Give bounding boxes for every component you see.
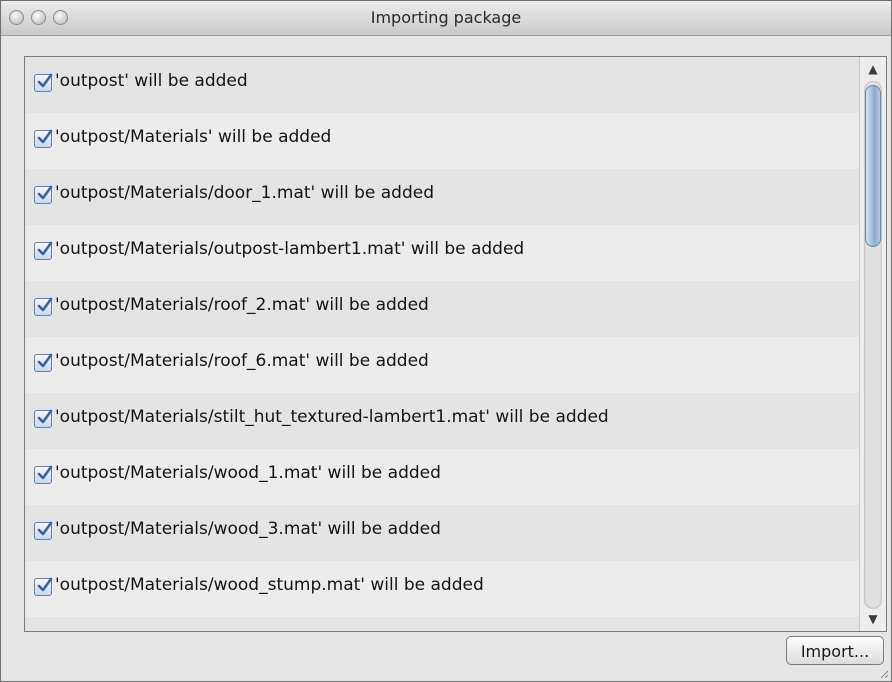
- checkmark-icon: [37, 577, 53, 592]
- asset-list: 'outpost' will be added 'outpost/Material…: [24, 56, 887, 632]
- checkbox[interactable]: [34, 465, 53, 484]
- list-item-label: 'outpost/Materials/roof_2.mat' will be a…: [55, 295, 429, 315]
- window-title: Importing package: [370, 8, 522, 27]
- import-package-window: Importing package 'outpost' will be adde…: [0, 0, 892, 682]
- list-item[interactable]: 'outpost/Materials/door_1.mat' will be a…: [25, 169, 859, 225]
- checkmark-icon: [37, 353, 53, 368]
- list-item[interactable]: 'outpost/Materials/stilt_hut_textured-la…: [25, 393, 859, 449]
- checkbox[interactable]: [34, 521, 53, 540]
- checkbox[interactable]: [34, 185, 53, 204]
- resize-grip-icon[interactable]: [879, 669, 889, 679]
- list-item[interactable]: 'outpost' will be added: [25, 57, 859, 113]
- checkbox[interactable]: [34, 353, 53, 372]
- checkbox[interactable]: [34, 241, 53, 260]
- scroll-down-icon[interactable]: ▼: [860, 609, 886, 629]
- list-item[interactable]: 'outpost/Materials/outpost-lambert1.mat'…: [25, 225, 859, 281]
- checkbox[interactable]: [34, 73, 53, 92]
- scroll-up-icon[interactable]: ▲: [860, 59, 886, 79]
- asset-list-rows: 'outpost' will be added 'outpost/Material…: [25, 57, 859, 631]
- list-item-label: 'outpost/Materials/wood_3.mat' will be a…: [55, 519, 441, 539]
- list-item-label: 'outpost/Materials/outpost-lambert1.mat'…: [55, 239, 525, 259]
- checkmark-icon: [37, 409, 53, 424]
- checkmark-icon: [37, 73, 53, 88]
- checkmark-icon: [37, 129, 53, 144]
- list-item[interactable]: [25, 617, 859, 631]
- checkbox[interactable]: [34, 409, 53, 428]
- list-item-label: 'outpost/Materials/door_1.mat' will be a…: [55, 183, 435, 203]
- list-item-label: 'outpost/Materials/wood_stump.mat' will …: [55, 575, 484, 595]
- title-bar: Importing package: [1, 1, 891, 36]
- vertical-scrollbar[interactable]: ▲ ▼: [859, 57, 886, 631]
- list-item-label: 'outpost' will be added: [55, 71, 248, 91]
- list-item[interactable]: 'outpost/Materials/wood_stump.mat' will …: [25, 561, 859, 617]
- checkbox[interactable]: [34, 297, 53, 316]
- list-item-label: 'outpost/Materials' will be added: [55, 127, 332, 147]
- list-item-label: 'outpost/Materials/stilt_hut_textured-la…: [55, 407, 609, 427]
- checkbox[interactable]: [34, 129, 53, 148]
- list-item[interactable]: 'outpost/Materials/roof_6.mat' will be a…: [25, 337, 859, 393]
- checkmark-icon: [37, 241, 53, 256]
- scroll-thumb[interactable]: [865, 85, 881, 247]
- checkbox[interactable]: [34, 577, 53, 596]
- checkmark-icon: [37, 465, 53, 480]
- list-item-label: 'outpost/Materials/roof_6.mat' will be a…: [55, 351, 429, 371]
- list-item[interactable]: 'outpost/Materials' will be added: [25, 113, 859, 169]
- list-item[interactable]: 'outpost/Materials/roof_2.mat' will be a…: [25, 281, 859, 337]
- checkmark-icon: [37, 185, 53, 200]
- checkmark-icon: [37, 297, 53, 312]
- checkmark-icon: [37, 521, 53, 536]
- list-item[interactable]: 'outpost/Materials/wood_3.mat' will be a…: [25, 505, 859, 561]
- list-item-label: 'outpost/Materials/wood_1.mat' will be a…: [55, 463, 441, 483]
- list-item[interactable]: 'outpost/Materials/wood_1.mat' will be a…: [25, 449, 859, 505]
- import-button[interactable]: Import...: [786, 636, 884, 665]
